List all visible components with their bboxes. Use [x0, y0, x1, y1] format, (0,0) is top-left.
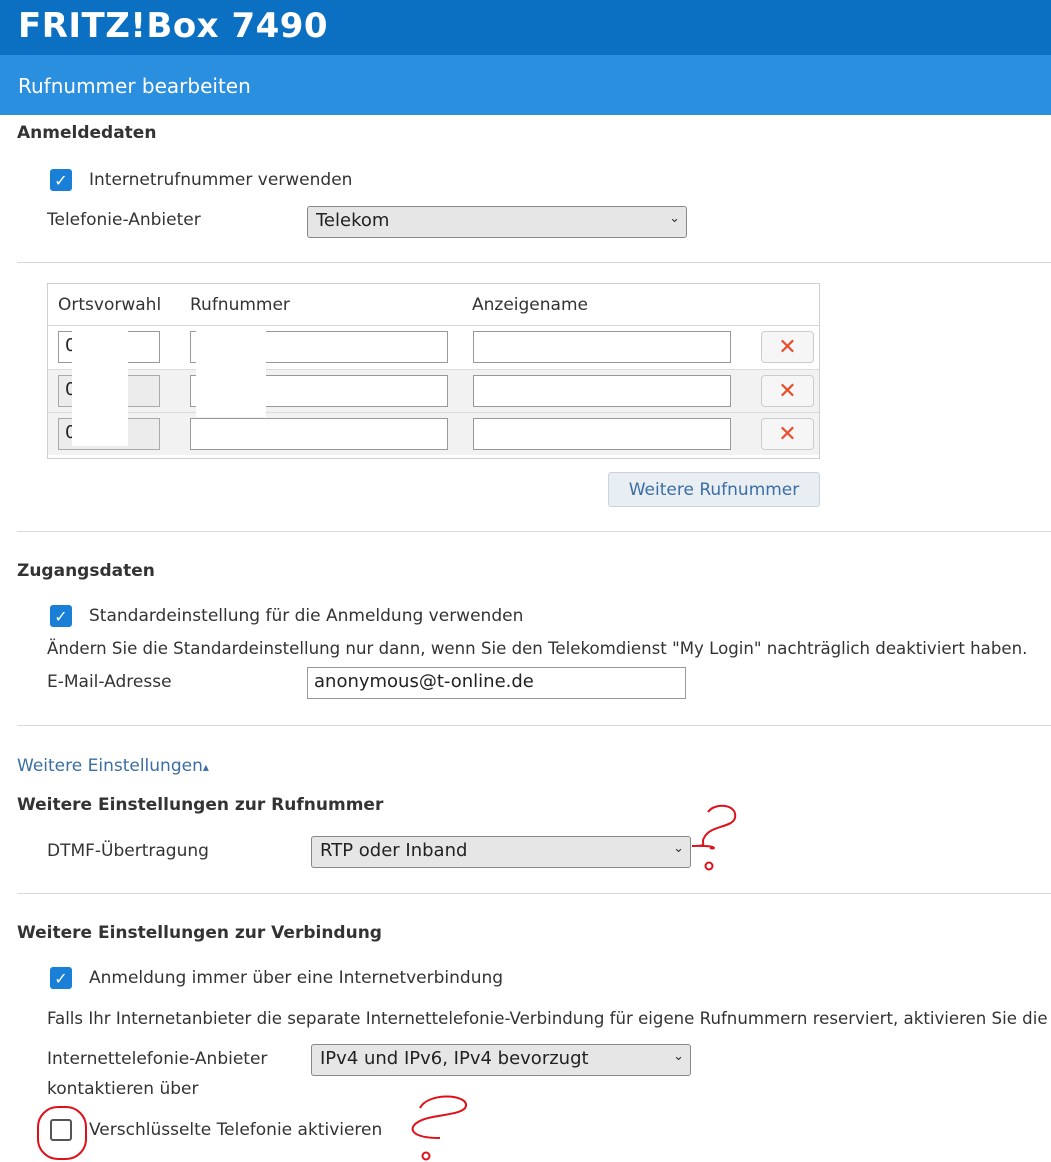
- divider: [17, 262, 1051, 263]
- delete-row-button[interactable]: ✕: [761, 375, 814, 407]
- table-row: 0 ✕: [48, 369, 819, 412]
- app-title: FRITZ!Box 7490: [18, 6, 329, 46]
- delete-row-button[interactable]: ✕: [761, 331, 814, 363]
- default-login-checkbox[interactable]: ✓: [50, 605, 72, 627]
- separate-connection-note: Falls Ihr Internetanbieter die separate …: [47, 1009, 1048, 1028]
- checkmark-icon: ✓: [54, 606, 68, 626]
- dtmf-label: DTMF-Übertragung: [47, 841, 209, 861]
- table-header: Ortsvorwahl Rufnummer Anzeigename: [48, 284, 819, 326]
- contact-protocol-value: IPv4 und IPv6, IPv4 bevorzugt: [320, 1048, 589, 1069]
- default-login-label: Standardeinstellung für die Anmeldung ve…: [89, 606, 524, 626]
- page-title: Rufnummer bearbeiten: [18, 74, 251, 98]
- provider-select-value: Telekom: [316, 210, 390, 231]
- close-icon: ✕: [778, 334, 797, 360]
- table-row: 0 ✕: [48, 326, 819, 369]
- chevron-down-icon: ⌄: [669, 211, 680, 226]
- contact-label-line2: kontaktieren über: [47, 1079, 199, 1099]
- table-row: 0 ✕: [48, 412, 819, 455]
- section-heading-anmeldedaten: Anmeldedaten: [17, 123, 157, 143]
- app-header: FRITZ!Box 7490: [0, 0, 1051, 55]
- redaction-box: [72, 329, 128, 446]
- section-heading-zugangsdaten: Zugangsdaten: [17, 561, 155, 581]
- email-label: E-Mail-Adresse: [47, 672, 172, 692]
- chevron-down-icon: ⌄: [673, 1049, 684, 1064]
- circle-annotation: [37, 1106, 87, 1160]
- default-login-note: Ändern Sie die Standardeinstellung nur d…: [47, 639, 1028, 658]
- contact-label-line1: Internettelefonie-Anbieter: [47, 1049, 268, 1069]
- divider: [17, 531, 1051, 532]
- caret-up-icon: ▴: [202, 760, 209, 774]
- question-mark-annotation: [411, 1095, 467, 1161]
- dtmf-select-value: RTP oder Inband: [320, 840, 468, 861]
- use-internet-number-label: Internetrufnummer verwenden: [89, 170, 353, 190]
- checkmark-icon: ✓: [54, 170, 68, 190]
- use-internet-number-checkbox[interactable]: ✓: [50, 169, 72, 191]
- number-input[interactable]: [190, 418, 448, 450]
- section-heading-number-settings: Weitere Einstellungen zur Rufnummer: [17, 795, 384, 815]
- column-header-ortsvorwahl: Ortsvorwahl: [58, 295, 162, 315]
- add-number-button[interactable]: Weitere Rufnummer: [608, 472, 820, 507]
- numbers-table: Ortsvorwahl Rufnummer Anzeigename 0 ✕ 0 …: [47, 283, 820, 459]
- column-header-rufnummer: Rufnummer: [190, 295, 290, 315]
- provider-select[interactable]: Telekom ⌄: [307, 206, 687, 238]
- close-icon: ✕: [778, 421, 797, 447]
- contact-protocol-select[interactable]: IPv4 und IPv6, IPv4 bevorzugt ⌄: [311, 1044, 691, 1076]
- section-heading-connection-settings: Weitere Einstellungen zur Verbindung: [17, 923, 382, 943]
- column-header-anzeigename: Anzeigename: [472, 295, 588, 315]
- encrypted-telephony-label: Verschlüsselte Telefonie aktivieren: [89, 1120, 383, 1140]
- email-field[interactable]: anonymous@t-online.de: [307, 667, 686, 699]
- close-icon: ✕: [778, 378, 797, 404]
- more-settings-toggle[interactable]: Weitere Einstellungen▴: [17, 756, 209, 776]
- display-name-input[interactable]: [473, 418, 731, 450]
- checkmark-icon: ✓: [54, 968, 68, 988]
- dtmf-select[interactable]: RTP oder Inband ⌄: [311, 836, 691, 868]
- display-name-input[interactable]: [473, 331, 731, 363]
- always-internet-label: Anmeldung immer über eine Internetverbin…: [89, 968, 504, 988]
- display-name-input[interactable]: [473, 375, 731, 407]
- always-internet-checkbox[interactable]: ✓: [50, 967, 72, 989]
- page-header: Rufnummer bearbeiten: [0, 55, 1051, 115]
- redaction-box: [196, 327, 266, 417]
- divider: [17, 893, 1051, 894]
- provider-label: Telefonie-Anbieter: [47, 210, 201, 230]
- more-settings-label: Weitere Einstellungen: [17, 756, 203, 776]
- question-mark-annotation: [691, 804, 737, 871]
- delete-row-button[interactable]: ✕: [761, 418, 814, 450]
- divider: [17, 725, 1051, 726]
